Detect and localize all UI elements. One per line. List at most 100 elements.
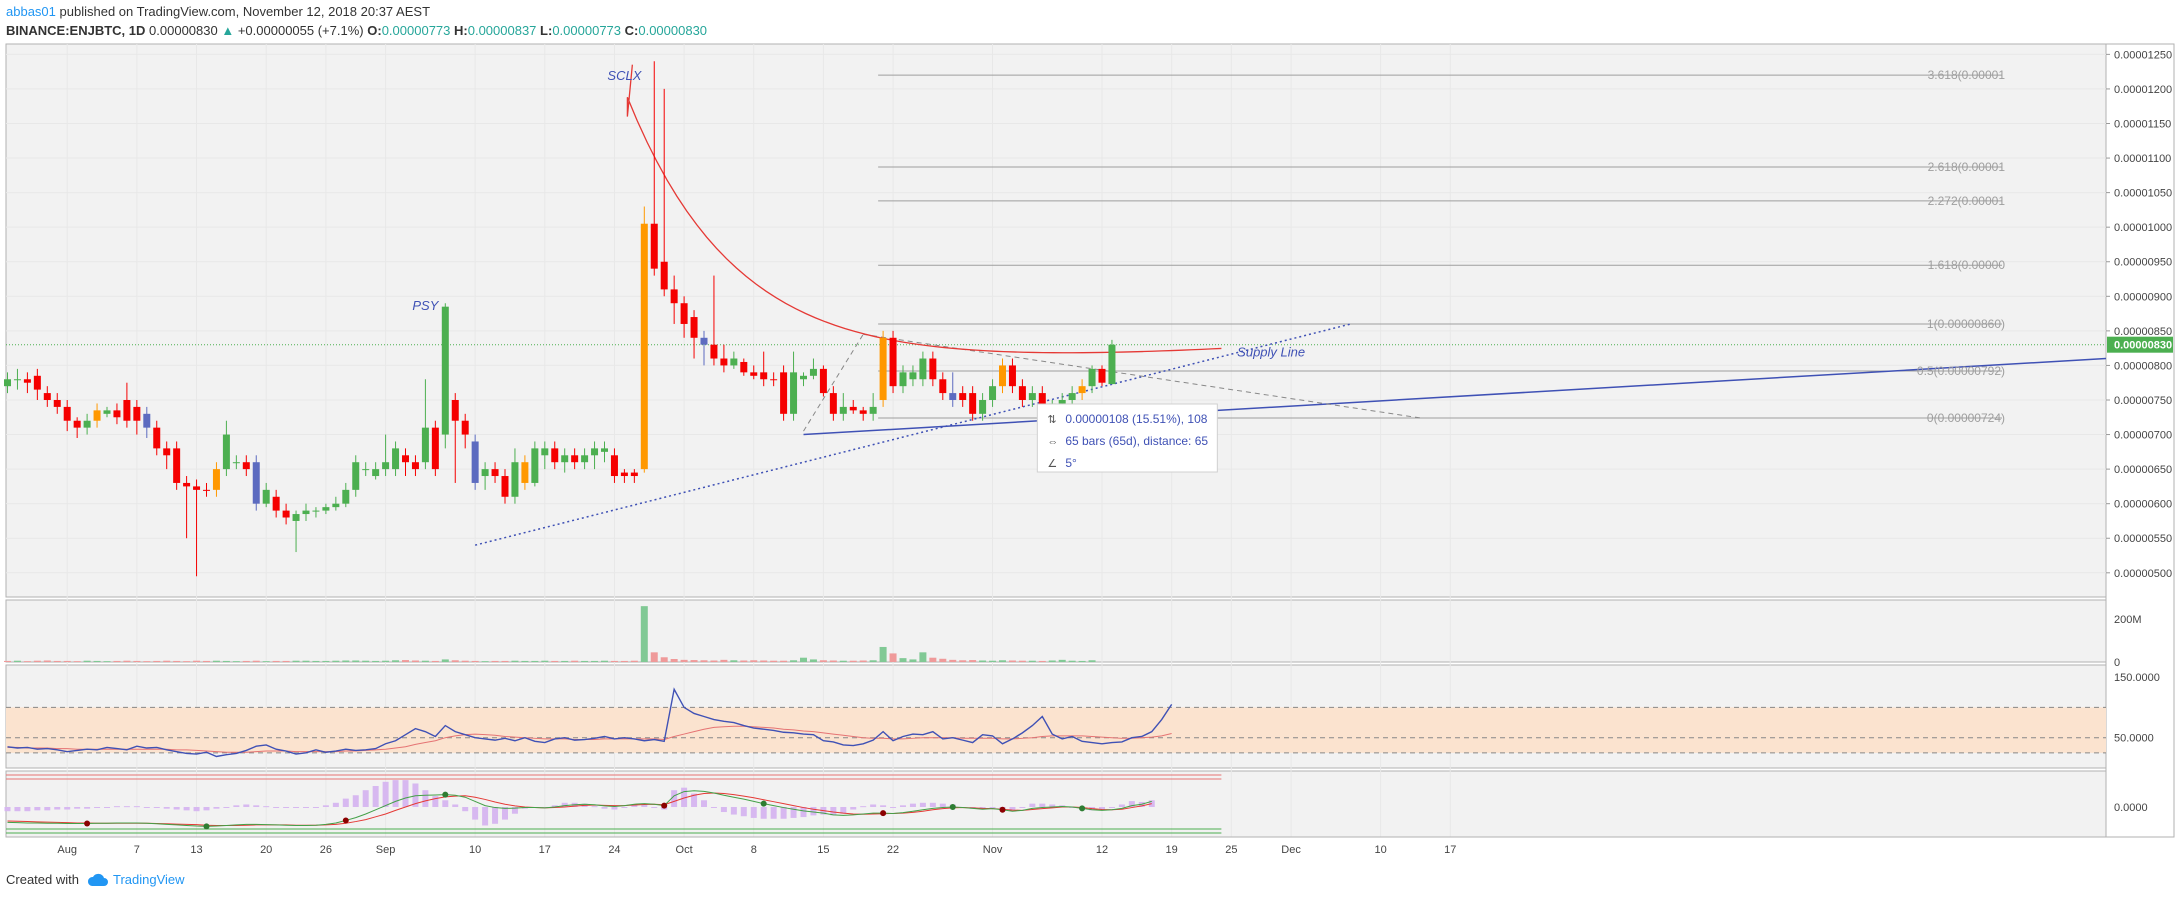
- candle-body: [63, 406, 71, 421]
- candle-body: [153, 427, 161, 449]
- volume-bar: [1018, 660, 1026, 662]
- macd-cross-marker: [1079, 805, 1086, 812]
- candle-body: [521, 462, 529, 483]
- candle-body: [312, 510, 320, 512]
- candle-body: [730, 358, 738, 366]
- fib-level-label: 2.618(0.00001: [1928, 160, 2006, 174]
- candle-body: [282, 510, 290, 518]
- macd-histogram-bar: [472, 807, 479, 820]
- date-axis-label: 10: [1374, 844, 1386, 856]
- price-axis-label: 0.00000700: [2114, 430, 2172, 442]
- macd-cross-marker: [203, 823, 210, 830]
- volume-bar: [183, 661, 191, 662]
- cloud-icon: [87, 873, 108, 886]
- price-axis-label: 0.00000600: [2114, 499, 2172, 511]
- macd-histogram-bar: [372, 786, 379, 807]
- tradingview-link[interactable]: TradingView: [87, 872, 185, 887]
- macd-histogram-bar: [850, 807, 857, 810]
- volume-bar: [1028, 660, 1036, 662]
- volume-bar: [899, 658, 907, 662]
- volume-bar: [790, 660, 798, 662]
- volume-bar: [362, 660, 370, 662]
- candle-body: [819, 368, 827, 394]
- volume-bar: [63, 660, 71, 662]
- volume-bar: [342, 660, 350, 662]
- volume-bar: [601, 660, 608, 662]
- rsi-band: [6, 707, 2106, 753]
- macd-histogram-bar: [870, 804, 877, 807]
- volume-bar: [4, 660, 11, 662]
- volume-bar: [33, 660, 41, 662]
- candle-body: [421, 427, 429, 463]
- macd-histogram-bar: [1039, 803, 1046, 807]
- volume-bar: [332, 660, 340, 662]
- macd-histogram-bar: [233, 805, 240, 807]
- volume-bar: [471, 660, 479, 662]
- macd-histogram-bar: [482, 807, 489, 826]
- candle-body: [839, 406, 847, 414]
- fib-level-label: 0(0.00000724): [1927, 411, 2005, 425]
- candle-body: [640, 223, 648, 470]
- candle-body: [581, 455, 589, 463]
- volume-bar: [451, 660, 459, 662]
- volume-bar: [700, 660, 708, 662]
- measure-price: 0.00000108 (15.51%), 108: [1065, 412, 1207, 426]
- candle-body: [222, 434, 230, 470]
- macd-histogram-bar: [322, 805, 329, 807]
- candle-body: [252, 462, 260, 504]
- candle-body: [889, 337, 897, 387]
- candle-body: [1098, 368, 1106, 383]
- macd-histogram-bar: [84, 807, 91, 809]
- volume-bar: [113, 660, 121, 662]
- macd-histogram-bar: [919, 802, 926, 807]
- volume-bar: [163, 660, 171, 662]
- macd-histogram-bar: [104, 807, 110, 808]
- candle-body: [471, 441, 479, 483]
- candle-body: [402, 455, 409, 463]
- volume-axis-label: 0: [2114, 657, 2120, 669]
- date-axis-label: 10: [469, 844, 481, 856]
- volume-bar: [93, 660, 101, 662]
- volume-bar: [402, 660, 409, 662]
- volume-bar: [551, 660, 559, 662]
- date-axis-label: 12: [1096, 844, 1108, 856]
- candle-body: [770, 379, 778, 381]
- candle-body: [829, 393, 837, 414]
- volume-bar: [1038, 660, 1046, 662]
- last-price-label: 0.00000830: [2114, 340, 2172, 352]
- price-axis-label: 0.00000950: [2114, 257, 2172, 269]
- volume-bar: [740, 660, 748, 662]
- macd-histogram-bar: [422, 790, 429, 807]
- candle-body: [670, 289, 678, 304]
- chart-canvas[interactable]: 0.00001250 0.00001200 0.00001150 0.00001100…: [0, 0, 2179, 899]
- candle-body: [1068, 393, 1076, 400]
- candle-body: [720, 358, 728, 366]
- macd-histogram-bar: [213, 807, 220, 809]
- candle-body: [441, 306, 449, 435]
- candle-body: [133, 406, 141, 421]
- candle-body: [1108, 344, 1116, 385]
- candle-body: [451, 399, 459, 421]
- macd-histogram-bar: [1118, 804, 1125, 807]
- price-axis-label: 0.00001100: [2114, 153, 2171, 165]
- volume-bar: [431, 660, 439, 662]
- macd-histogram-bar: [452, 804, 459, 807]
- volume-bar: [969, 660, 977, 662]
- volume-bar: [909, 659, 917, 662]
- candle-body: [571, 455, 579, 463]
- macd-histogram-bar: [740, 807, 747, 817]
- macd-axis-label: 0.0000: [2114, 802, 2148, 814]
- date-axis-label: Sep: [376, 844, 396, 856]
- candle-body: [372, 469, 380, 477]
- volume-bar: [372, 660, 380, 662]
- macd-histogram-bar: [810, 807, 817, 816]
- macd-histogram-bar: [94, 807, 101, 808]
- volume-bar: [919, 652, 927, 662]
- volume-bar: [650, 652, 658, 662]
- macd-histogram-bar: [74, 807, 81, 809]
- footer: Created with TradingView: [6, 872, 185, 887]
- macd-cross-marker: [661, 802, 668, 809]
- macd-histogram-bar: [651, 807, 658, 808]
- macd-histogram-bar: [710, 807, 717, 808]
- price-axis-label: 0.00000850: [2114, 326, 2172, 338]
